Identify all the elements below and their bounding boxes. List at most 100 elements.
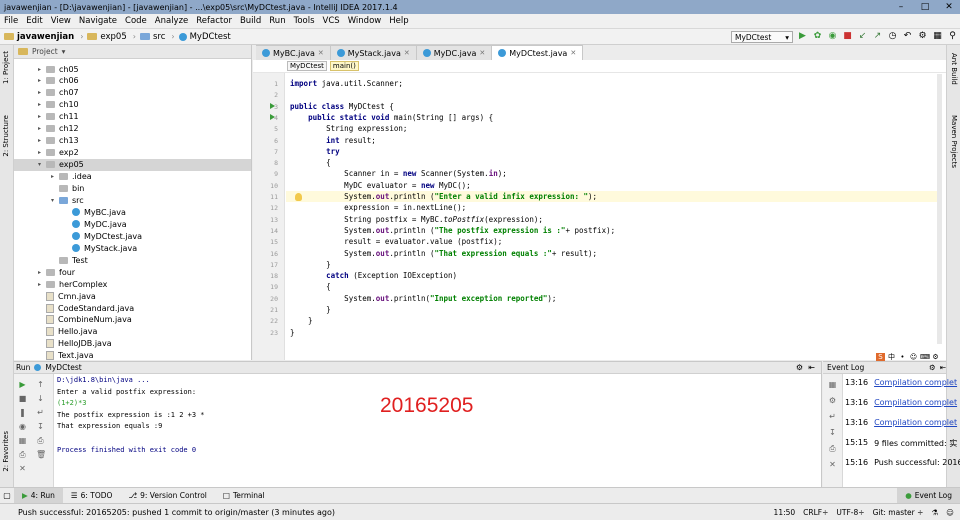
pause-icon[interactable]: ❚ <box>18 408 27 417</box>
vcs-update-icon[interactable]: ↙ <box>857 31 868 42</box>
menu-navigate[interactable]: Navigate <box>79 16 117 26</box>
print-icon[interactable]: ⎙ <box>18 450 27 459</box>
menu-view[interactable]: View <box>51 16 71 26</box>
scroll-end-icon[interactable]: ↧ <box>36 422 45 431</box>
expand-arrow-icon[interactable]: ▸ <box>38 66 46 73</box>
tree-item[interactable]: ▸ ch10 <box>14 99 251 111</box>
code-line[interactable]: System.out.println ("That expression equ… <box>290 248 597 259</box>
tree-item[interactable]: ▸ herComplex <box>14 278 251 290</box>
expand-arrow-icon[interactable]: ▾ <box>51 197 59 204</box>
code-line[interactable]: MyDC evaluator = new MyDC(); <box>290 180 470 191</box>
expand-arrow-icon[interactable]: ▸ <box>51 173 59 180</box>
menu-build[interactable]: Build <box>240 16 261 26</box>
code-line[interactable]: { <box>290 281 331 292</box>
editor-tab[interactable]: MyDCtest.java ✕ <box>492 45 584 60</box>
tree-item[interactable]: ▸ exp2 <box>14 147 251 159</box>
tree-item[interactable]: ▸ four <box>14 266 251 278</box>
code-line[interactable]: } <box>290 315 313 326</box>
close-icon[interactable]: ✕ <box>570 49 576 57</box>
clear-icon[interactable]: 🗑 <box>36 450 46 459</box>
run-gutter-icon[interactable] <box>270 103 275 110</box>
restore-layout-icon[interactable]: ▦ <box>18 436 27 445</box>
tab-terminal[interactable]: □ Terminal <box>215 488 273 504</box>
menu-analyze[interactable]: Analyze <box>155 16 189 26</box>
editor-tab[interactable]: MyDC.java ✕ <box>416 45 493 60</box>
menu-help[interactable]: Help <box>389 16 408 26</box>
soft-wrap-icon[interactable]: ↵ <box>828 412 837 421</box>
menu-refactor[interactable]: Refactor <box>196 16 232 26</box>
event-message[interactable]: Compilation complet <box>874 418 957 427</box>
maximize-icon[interactable]: □ <box>918 2 932 12</box>
code-line[interactable]: } <box>290 259 331 270</box>
file-encoding[interactable]: UTF-8÷ <box>836 508 864 517</box>
editor-tab[interactable]: MyStack.java ✕ <box>330 45 417 60</box>
tree-item[interactable]: ▸ ch12 <box>14 123 251 135</box>
close-icon[interactable]: ✕ <box>942 2 956 12</box>
run-gutter-icon[interactable] <box>270 114 275 121</box>
mark-read-icon[interactable]: ▦ <box>828 380 837 389</box>
breadcrumb-class[interactable]: MyDCtest <box>287 61 327 71</box>
expand-arrow-icon[interactable]: ▸ <box>38 89 46 96</box>
code-line[interactable]: int result; <box>290 135 376 146</box>
expand-arrow-icon[interactable]: ▾ <box>38 161 46 168</box>
menu-vcs[interactable]: VCS <box>323 16 340 26</box>
close-icon[interactable]: ✕ <box>18 464 27 473</box>
code-line[interactable]: String expression; <box>290 123 407 134</box>
code-line[interactable]: public class MyDCtest { <box>290 101 394 112</box>
tree-item[interactable]: Cmn.java <box>14 290 251 302</box>
git-branch[interactable]: Git: master ÷ <box>873 508 924 517</box>
event-log-entry[interactable]: 15:16 Push successful: 2016 <box>845 458 960 467</box>
menu-code[interactable]: Code <box>125 16 147 26</box>
tree-item[interactable]: Test <box>14 254 251 266</box>
rerun-icon[interactable]: ▶ <box>18 380 27 389</box>
code-editor[interactable]: MyDCtest main() 1 2 3 4 5 6 7 8 9 10 11 12 13 14 15 16 1… <box>253 60 946 360</box>
tab-todo[interactable]: ☰ 6: TODO <box>63 488 121 504</box>
tree-item[interactable]: ▸ .idea <box>14 171 251 183</box>
hide-panel-icon[interactable]: ⇤ <box>940 363 946 372</box>
settings-icon[interactable]: ⚙ <box>828 396 837 405</box>
tree-item[interactable]: ▸ ch06 <box>14 75 251 87</box>
lock-icon[interactable]: ⚗ <box>931 508 938 517</box>
clear-icon[interactable]: ✕ <box>828 460 837 469</box>
minimize-icon[interactable]: – <box>894 2 908 12</box>
code-line[interactable]: } <box>290 327 295 338</box>
line-separator[interactable]: CRLF÷ <box>803 508 828 517</box>
tree-item[interactable]: ▾ src <box>14 194 251 206</box>
caret-position[interactable]: 11:50 <box>774 508 796 517</box>
code-line[interactable]: import java.util.Scanner; <box>290 78 403 89</box>
nav-crumb-exp05[interactable]: exp05 <box>87 32 127 42</box>
tree-item[interactable]: ▸ ch05 <box>14 63 251 75</box>
close-icon[interactable]: ✕ <box>404 49 410 57</box>
tab-version-control[interactable]: ⎇ 9: Version Control <box>120 488 214 504</box>
hide-panel-icon[interactable]: ⇤ <box>808 363 815 372</box>
tree-item[interactable]: ▸ ch07 <box>14 87 251 99</box>
code-line[interactable]: try <box>290 146 340 157</box>
tree-item[interactable]: ▸ ch13 <box>14 135 251 147</box>
tree-item[interactable]: MyStack.java <box>14 242 251 254</box>
menu-tools[interactable]: Tools <box>294 16 315 26</box>
search-icon[interactable]: ⚲ <box>947 31 958 42</box>
status-message[interactable]: Push successful: 20165205: pushed 1 comm… <box>18 508 335 517</box>
event-log-entry[interactable]: 13:16 Compilation complet <box>845 398 957 407</box>
scroll-end-icon[interactable]: ↧ <box>828 428 837 437</box>
soft-wrap-icon[interactable]: ↵ <box>36 408 45 417</box>
code-line[interactable]: String postfix = MyBC.toPostfix(expressi… <box>290 214 543 225</box>
tree-item[interactable]: Text.java <box>14 350 251 360</box>
debug-icon[interactable]: ✿ <box>812 31 823 42</box>
tree-item[interactable]: ▸ ch11 <box>14 111 251 123</box>
tab-run[interactable]: ▶ 4: Run <box>14 487 63 504</box>
settings-icon[interactable]: ⚙ <box>796 363 803 372</box>
event-message[interactable]: Compilation complet <box>874 378 957 387</box>
tool-window-project[interactable]: 1: Project <box>2 51 10 84</box>
code-line[interactable]: System.out.println ("Enter a valid infix… <box>286 191 938 203</box>
menu-edit[interactable]: Edit <box>26 16 42 26</box>
code-line[interactable]: result = evaluator.value (postfix); <box>290 236 502 247</box>
expand-arrow-icon[interactable]: ▸ <box>38 281 46 288</box>
run-config-tab[interactable]: MyDCtest <box>45 363 81 372</box>
print-icon[interactable]: ⎙ <box>36 436 45 445</box>
nav-crumb-class[interactable]: MyDCtest <box>178 32 231 42</box>
editor-tab[interactable]: MyBC.java ✕ <box>256 45 331 60</box>
run-icon[interactable]: ▶ <box>797 31 808 42</box>
tree-item[interactable]: HelloJDB.java <box>14 338 251 350</box>
code-line[interactable]: Scanner in = new Scanner(System.in); <box>290 168 511 179</box>
